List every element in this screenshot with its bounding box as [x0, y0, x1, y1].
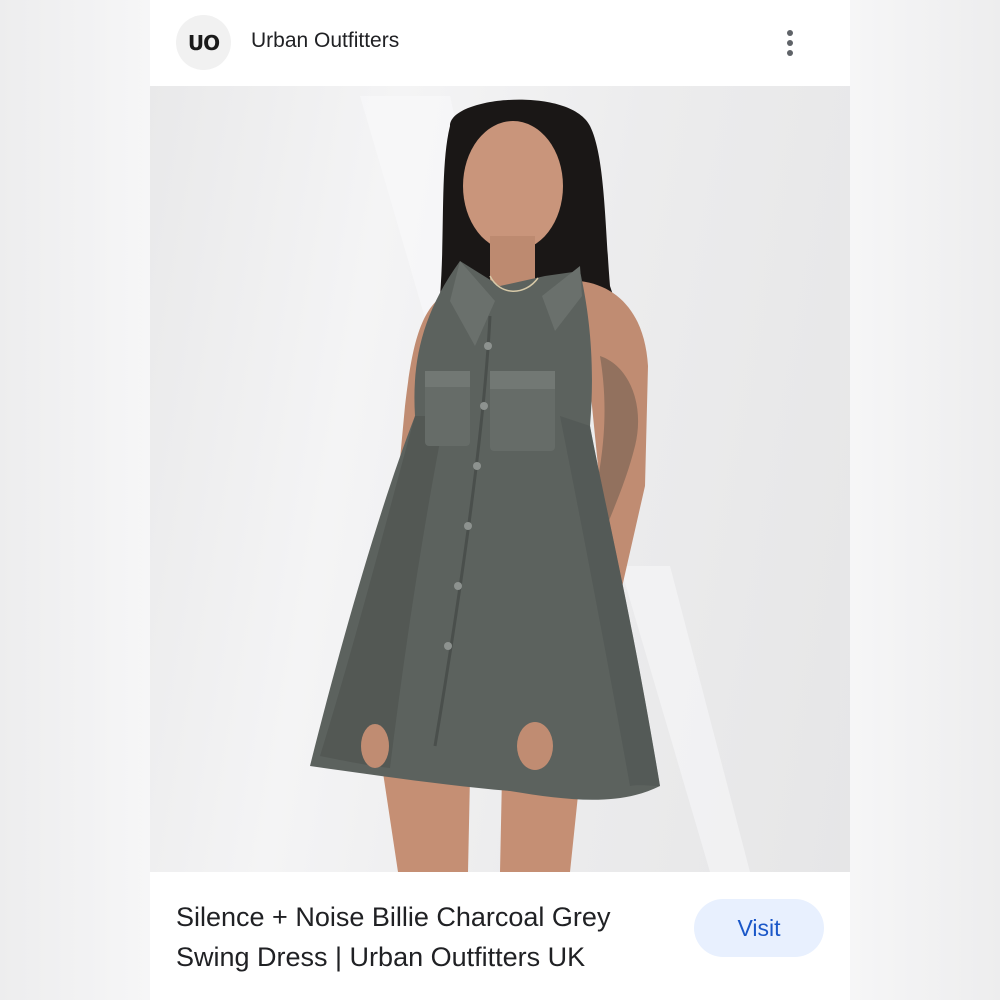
face [463, 121, 563, 251]
left-hand [361, 724, 389, 768]
page-background: UO Urban Outfitters Silence + Noise Bill… [0, 0, 1000, 1000]
visit-button[interactable]: Visit [694, 899, 824, 957]
brand-logo-text: UO [187, 30, 220, 55]
dress-button [484, 342, 492, 350]
dress-button [454, 582, 462, 590]
product-image[interactable] [150, 86, 850, 872]
more-vert-icon[interactable] [775, 24, 805, 62]
pocket-flap [425, 371, 470, 387]
neck [490, 236, 535, 286]
brand-name[interactable]: Urban Outfitters [251, 29, 399, 53]
brand-avatar[interactable]: UO [176, 15, 231, 70]
product-photo-illustration [310, 96, 750, 872]
pocket-flap [490, 371, 555, 389]
result-card: UO Urban Outfitters Silence + Noise Bill… [150, 0, 850, 1000]
card-header: UO Urban Outfitters [150, 0, 850, 86]
dress-button [480, 402, 488, 410]
product-title[interactable]: Silence + Noise Billie Charcoal Grey Swi… [176, 897, 676, 977]
card-footer: Silence + Noise Billie Charcoal Grey Swi… [150, 872, 850, 1000]
dress-button [473, 462, 481, 470]
dot [787, 40, 793, 46]
dot [787, 30, 793, 36]
dress-button [444, 642, 452, 650]
right-hand [517, 722, 553, 770]
dot [787, 50, 793, 56]
dress-button [464, 522, 472, 530]
